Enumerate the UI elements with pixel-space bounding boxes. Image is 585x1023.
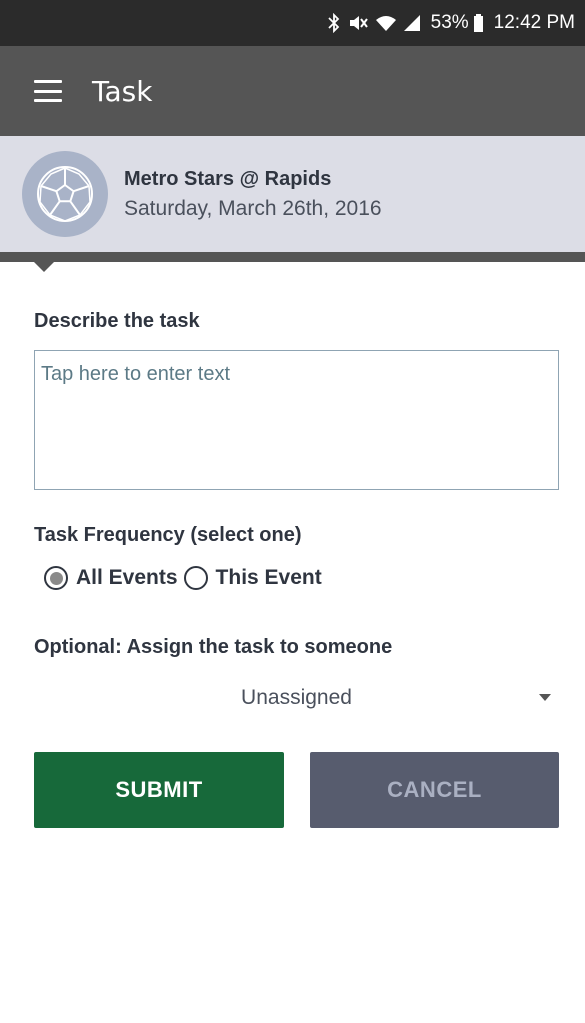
radio-this-event-label: This Event [215,566,322,589]
describe-task-label: Describe the task [34,310,200,332]
event-info: Metro Stars @ Rapids Saturday, March 26t… [124,168,382,221]
battery-percent: 53% [430,12,469,33]
radio-button-unselected[interactable] [183,566,208,590]
hamburger-menu-icon[interactable] [34,80,62,102]
submit-button[interactable]: SUBMIT [34,752,284,828]
event-title: Metro Stars @ Rapids [124,167,332,190]
bluetooth-icon [328,13,339,33]
radio-this-event[interactable]: This Event [183,566,322,590]
header-divider [0,252,585,262]
assignee-value: Unassigned [241,686,352,709]
status-bar: 53% 12:42 PM [0,0,585,46]
radio-all-events[interactable]: All Events [44,566,178,590]
app-bar: Task [0,46,585,136]
signal-icon [403,15,420,31]
status-time: 12:42 PM [493,12,575,33]
event-header: Metro Stars @ Rapids Saturday, March 26t… [0,136,585,252]
status-icons [327,13,421,33]
cancel-button[interactable]: CANCEL [310,752,559,828]
assignee-select[interactable]: Unassigned [34,678,559,718]
event-avatar [22,151,108,237]
mute-icon [349,16,368,30]
dropdown-arrow-icon [539,694,551,701]
frequency-radio-group: All Events This Event [44,566,322,590]
page-title: Task [92,74,153,108]
event-date: Saturday, March 26th, 2016 [124,196,382,220]
frequency-label: Task Frequency (select one) [34,524,302,546]
wifi-icon [375,16,396,31]
soccer-ball-icon [37,166,93,222]
header-pointer-caret [34,262,54,272]
battery-icon [473,14,483,32]
assign-label: Optional: Assign the task to someone [34,636,393,658]
radio-button-selected[interactable] [44,566,68,590]
battery-status: 53% [431,12,484,34]
task-description-input[interactable] [34,350,559,490]
radio-all-events-label: All Events [76,566,178,589]
